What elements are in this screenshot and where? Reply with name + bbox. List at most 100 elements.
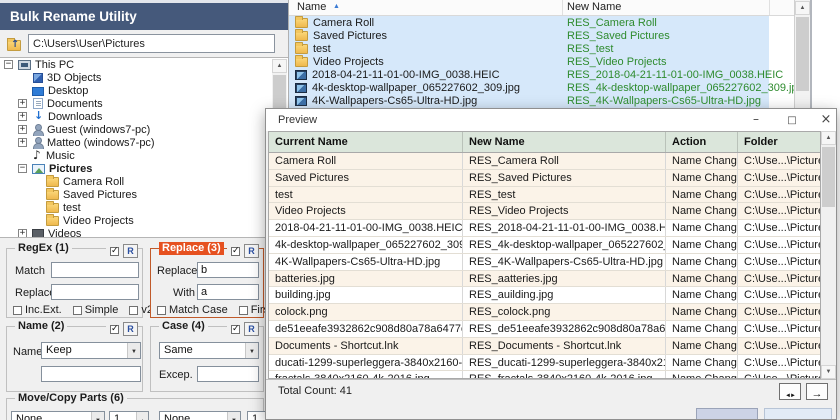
checkbox-icon[interactable]	[13, 306, 22, 315]
file-row[interactable]: Saved PicturesRES_Saved Pictures	[289, 29, 794, 42]
move-copy-select-2[interactable]: None	[159, 411, 241, 420]
case-enabled-checkbox[interactable]	[231, 325, 240, 334]
preview-row[interactable]: Saved PicturesRES_Saved PicturesName Cha…	[269, 170, 820, 187]
dialog-action-button-right[interactable]	[764, 408, 832, 420]
file-row[interactable]: Video ProjectsRES_Video Projects	[289, 55, 794, 68]
file-row[interactable]: 2018-04-21-11-01-00-IMG_0038.HEICRES_201…	[289, 68, 794, 81]
spinner-arrows-icon[interactable]	[136, 412, 148, 420]
column-divider[interactable]	[562, 0, 563, 15]
regex-reset-button[interactable]: R	[123, 244, 138, 258]
tree-item-saved-pictures[interactable]: Saved Pictures	[0, 188, 288, 201]
checkbox-icon[interactable]	[239, 306, 248, 315]
case-mode-select[interactable]: Same	[159, 342, 259, 359]
preview-scrollbar[interactable]	[821, 131, 836, 379]
maximize-icon[interactable]	[782, 111, 802, 128]
tree-item-videos[interactable]: Videos	[0, 227, 288, 238]
preview-row[interactable]: testRES_testName ChangeC:\Use...\Picture…	[269, 187, 820, 204]
close-icon[interactable]	[816, 111, 836, 128]
file-row[interactable]: testRES_test	[289, 42, 794, 55]
tree-item-guest-windows7-pc-[interactable]: Guest (windows7-pc)	[0, 123, 288, 136]
tree-item-downloads[interactable]: Downloads	[0, 110, 288, 123]
preview-column-header-new-name[interactable]: New Name	[463, 132, 666, 152]
preview-row[interactable]: batteries.jpgRES_aatteries.jpgName Chang…	[269, 271, 820, 288]
scroll-up-icon[interactable]	[795, 1, 810, 15]
case-exception-input[interactable]	[197, 366, 259, 382]
file-row[interactable]: 4k-desktop-wallpaper_065227602_309.jpgRE…	[289, 81, 794, 94]
replace-enabled-checkbox[interactable]	[231, 247, 240, 256]
name-mode-select[interactable]: Keep	[41, 342, 141, 359]
dialog-action-button-left[interactable]	[696, 408, 758, 420]
chevron-down-icon[interactable]	[91, 412, 104, 420]
preview-row[interactable]: Camera RollRES_Camera RollName ChangeC:\…	[269, 153, 820, 170]
tree-item-music[interactable]: Music	[0, 149, 288, 162]
move-copy-select-1[interactable]: None	[11, 411, 105, 420]
preview-row[interactable]: 4k-desktop-wallpaper_065227602_309.jpgRE…	[269, 237, 820, 254]
path-input[interactable]	[28, 34, 275, 53]
fit-columns-button[interactable]	[779, 383, 801, 400]
preview-titlebar[interactable]: Preview	[266, 109, 836, 131]
with-input[interactable]	[197, 284, 259, 300]
tree-item-desktop[interactable]: Desktop	[0, 84, 288, 97]
collapse-icon[interactable]	[18, 164, 27, 173]
expand-icon[interactable]	[18, 112, 27, 121]
chevron-down-icon[interactable]	[227, 412, 240, 420]
name-text-input[interactable]	[41, 366, 141, 382]
preview-column-header-action[interactable]: Action	[666, 132, 738, 152]
regex-match-input[interactable]	[51, 262, 139, 278]
name-reset-button[interactable]: R	[123, 322, 138, 336]
tree-item-camera-roll[interactable]: Camera Roll	[0, 175, 288, 188]
preview-row[interactable]: colock.pngRES_colock.pngName ChangeC:\Us…	[269, 304, 820, 321]
preview-row[interactable]: Video ProjectsRES_Video ProjectsName Cha…	[269, 203, 820, 220]
preview-row[interactable]: 4K-Wallpapers-Cs65-Ultra-HD.jpgRES_4K-Wa…	[269, 254, 820, 271]
expand-icon[interactable]	[18, 125, 27, 134]
preview-row[interactable]: ducati-1299-superleggera-3840x2160-4k-ra…	[269, 355, 820, 372]
checkbox-icon[interactable]	[157, 306, 166, 315]
regex-option-simple[interactable]: Simple	[73, 304, 119, 316]
tree-item-pictures[interactable]: Pictures	[0, 162, 288, 175]
replace-reset-button[interactable]: R	[244, 244, 259, 258]
column-header-new-name[interactable]: New Name	[567, 1, 621, 13]
checkbox-icon[interactable]	[129, 306, 138, 315]
scrollbar-thumb[interactable]	[822, 147, 835, 207]
parent-folder-icon[interactable]	[7, 40, 21, 51]
case-reset-button[interactable]: R	[244, 322, 259, 336]
expand-icon[interactable]	[18, 138, 27, 147]
tree-item-this-pc[interactable]: This PC	[0, 58, 288, 71]
expand-icon[interactable]	[18, 99, 27, 108]
checkbox-icon[interactable]	[73, 306, 82, 315]
tree-item-documents[interactable]: Documents	[0, 97, 288, 110]
column-header-name[interactable]: Name	[297, 1, 326, 13]
collapse-icon[interactable]	[4, 60, 13, 69]
preview-row[interactable]: Documents - Shortcut.lnkRES_Documents - …	[269, 338, 820, 355]
replace-option-match-case[interactable]: Match Case	[157, 304, 228, 316]
file-row[interactable]: 4K-Wallpapers-Cs65-Ultra-HD.jpgRES_4K-Wa…	[289, 94, 794, 107]
expand-icon[interactable]	[18, 229, 27, 238]
chevron-down-icon[interactable]	[245, 343, 258, 358]
preview-column-header-current-name[interactable]: Current Name	[269, 132, 463, 152]
chevron-down-icon[interactable]	[127, 343, 140, 358]
preview-row[interactable]: 2018-04-21-11-01-00-IMG_0038.HEICRES_201…	[269, 220, 820, 237]
scroll-up-icon[interactable]	[272, 59, 287, 73]
preview-row[interactable]: fractals-3840x2160-4k-2016.jpgRES_fracta…	[269, 371, 820, 379]
scroll-down-icon[interactable]	[821, 365, 836, 379]
preview-row[interactable]: building.jpgRES_auilding.jpgName ChangeC…	[269, 287, 820, 304]
scroll-right-button[interactable]	[806, 383, 828, 400]
move-copy-spinner-2[interactable]: 1	[247, 411, 267, 420]
regex-replace-input[interactable]	[51, 284, 139, 300]
preview-column-header-folder[interactable]: Folder	[738, 132, 821, 152]
column-divider[interactable]	[769, 0, 770, 15]
preview-row[interactable]: de51eeafe3932862c908d80a78a6477e.jpgRES_…	[269, 321, 820, 338]
tree-item-test[interactable]: test	[0, 201, 288, 214]
file-row[interactable]: Camera RollRES_Camera Roll	[289, 16, 794, 29]
minimize-icon[interactable]	[746, 111, 766, 128]
tree-item-3d-objects[interactable]: 3D Objects	[0, 71, 288, 84]
name-enabled-checkbox[interactable]	[110, 325, 119, 334]
replace-input[interactable]	[197, 262, 259, 278]
scrollbar-thumb[interactable]	[796, 17, 809, 91]
regex-enabled-checkbox[interactable]	[110, 247, 119, 256]
scroll-up-icon[interactable]	[821, 131, 836, 145]
regex-option-inc-ext-[interactable]: Inc.Ext.	[13, 304, 62, 316]
tree-item-matteo-windows7-pc-[interactable]: Matteo (windows7-pc)	[0, 136, 288, 149]
tree-item-video-projects[interactable]: Video Projects	[0, 214, 288, 227]
move-copy-spinner-1[interactable]: 1	[109, 411, 149, 420]
